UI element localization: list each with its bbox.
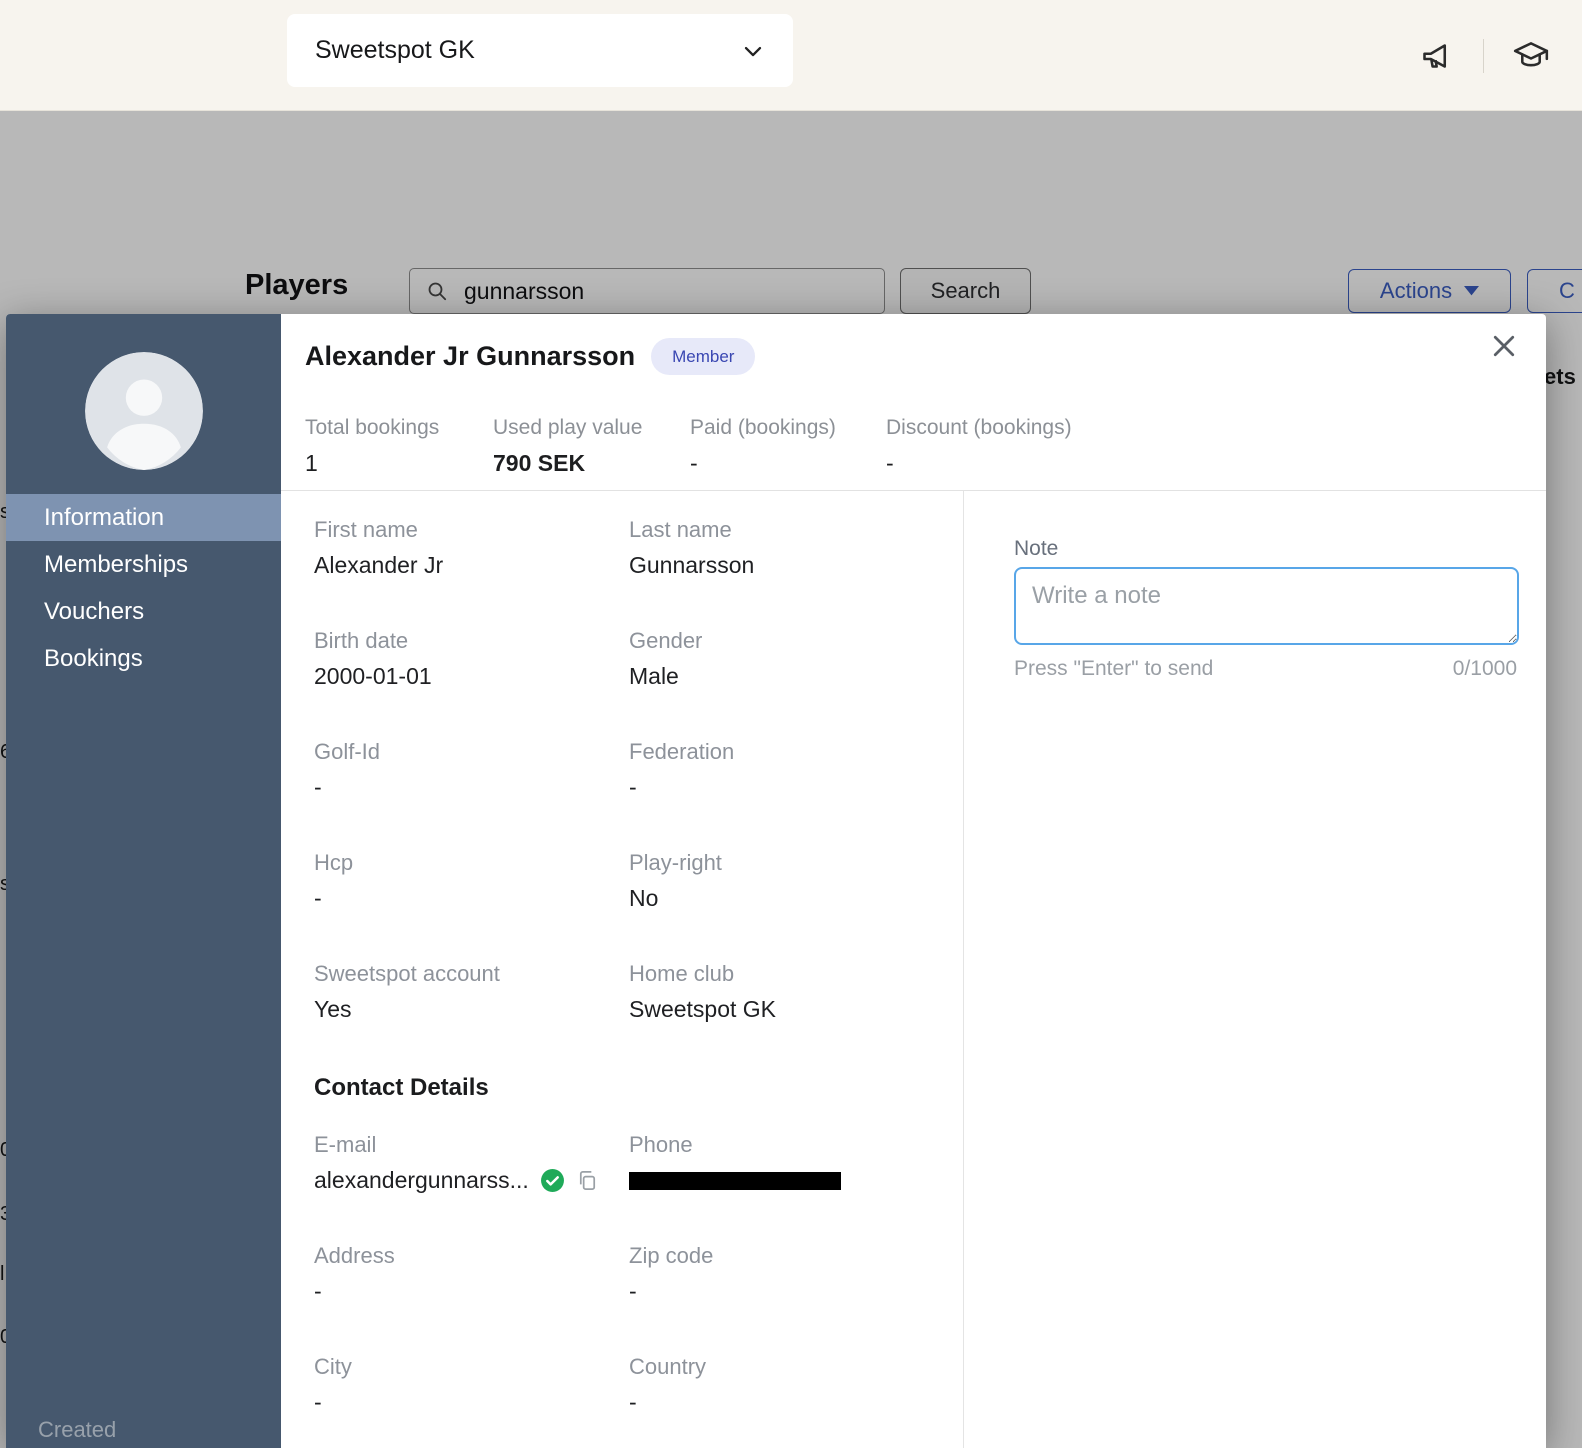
announcements-button[interactable] (1413, 34, 1463, 78)
field-last-name: Last nameGunnarsson (629, 517, 962, 579)
close-icon (1489, 331, 1519, 361)
stat-paid-bookings: Paid (bookings) - (690, 416, 886, 477)
field-city: City- (314, 1354, 629, 1416)
player-details-drawer: Information Memberships Vouchers Booking… (6, 314, 1546, 1448)
player-header: Alexander Jr Gunnarsson Member (305, 338, 755, 375)
copy-email-button[interactable] (576, 1169, 599, 1192)
chevron-down-icon (739, 37, 767, 65)
contact-details-title: Contact Details (314, 1074, 489, 1102)
stat-discount-bookings: Discount (bookings) - (886, 416, 1106, 477)
field-address: Address- (314, 1243, 629, 1305)
member-badge: Member (651, 338, 755, 375)
drawer-main: Alexander Jr Gunnarsson Member Total boo… (281, 314, 1546, 1448)
field-birth-date: Birth date2000-01-01 (314, 628, 629, 690)
note-label: Note (1014, 537, 1058, 561)
note-hint: Press "Enter" to send (1014, 657, 1213, 681)
field-gender: GenderMale (629, 628, 962, 690)
note-char-counter: 0/1000 (1453, 657, 1517, 681)
note-panel: Note Press "Enter" to send 0/1000 (963, 491, 1546, 1448)
stat-used-play-value: Used play value 790 SEK (493, 416, 690, 477)
avatar (85, 352, 203, 470)
screen: Players Search Actions C Name Age Email … (0, 0, 1582, 1448)
field-country: Country- (629, 1354, 962, 1416)
sidebar-item-information[interactable]: Information (6, 494, 281, 541)
stat-total-bookings: Total bookings 1 (305, 416, 493, 477)
field-hcp: Hcp- (314, 850, 629, 912)
verified-check-icon (540, 1168, 565, 1193)
contact-fields: E-mail alexandergunnarss... Phone Addres… (314, 1132, 962, 1416)
drawer-sidebar: Information Memberships Vouchers Booking… (6, 314, 281, 1448)
field-play-right: Play-rightNo (629, 850, 962, 912)
note-meta: Press "Enter" to send 0/1000 (1014, 657, 1517, 681)
field-federation: Federation- (629, 739, 962, 801)
phone-redacted-bar (629, 1172, 841, 1190)
close-button[interactable] (1488, 331, 1520, 363)
copy-icon (576, 1169, 599, 1192)
field-email: E-mail alexandergunnarss... (314, 1132, 629, 1194)
club-selector-value: Sweetspot GK (315, 36, 475, 65)
drawer-nav: Information Memberships Vouchers Booking… (6, 494, 281, 682)
note-input[interactable] (1014, 567, 1519, 645)
club-selector[interactable]: Sweetspot GK (287, 14, 793, 87)
field-home-club: Home clubSweetspot GK (629, 961, 962, 1023)
email-value: alexandergunnarss... (314, 1167, 529, 1194)
graduation-cap-icon (1508, 37, 1554, 75)
field-sweetspot-account: Sweetspot accountYes (314, 961, 629, 1023)
player-name: Alexander Jr Gunnarsson (305, 341, 635, 372)
field-phone: Phone (629, 1132, 962, 1194)
megaphone-icon (1417, 38, 1459, 74)
sidebar-item-bookings[interactable]: Bookings (6, 635, 281, 682)
player-info-fields: First nameAlexander Jr Last nameGunnarss… (314, 517, 962, 1023)
sidebar-item-memberships[interactable]: Memberships (6, 541, 281, 588)
player-stats: Total bookings 1 Used play value 790 SEK… (305, 416, 1106, 477)
sidebar-item-vouchers[interactable]: Vouchers (6, 588, 281, 635)
app-topbar: Sweetspot GK (0, 0, 1582, 111)
field-first-name: First nameAlexander Jr (314, 517, 629, 579)
academy-button[interactable] (1504, 33, 1558, 79)
field-golf-id: Golf-Id- (314, 739, 629, 801)
field-zip-code: Zip code- (629, 1243, 962, 1305)
person-icon (85, 352, 203, 470)
created-column-fragment: Created (38, 1417, 116, 1443)
divider (1483, 39, 1484, 73)
